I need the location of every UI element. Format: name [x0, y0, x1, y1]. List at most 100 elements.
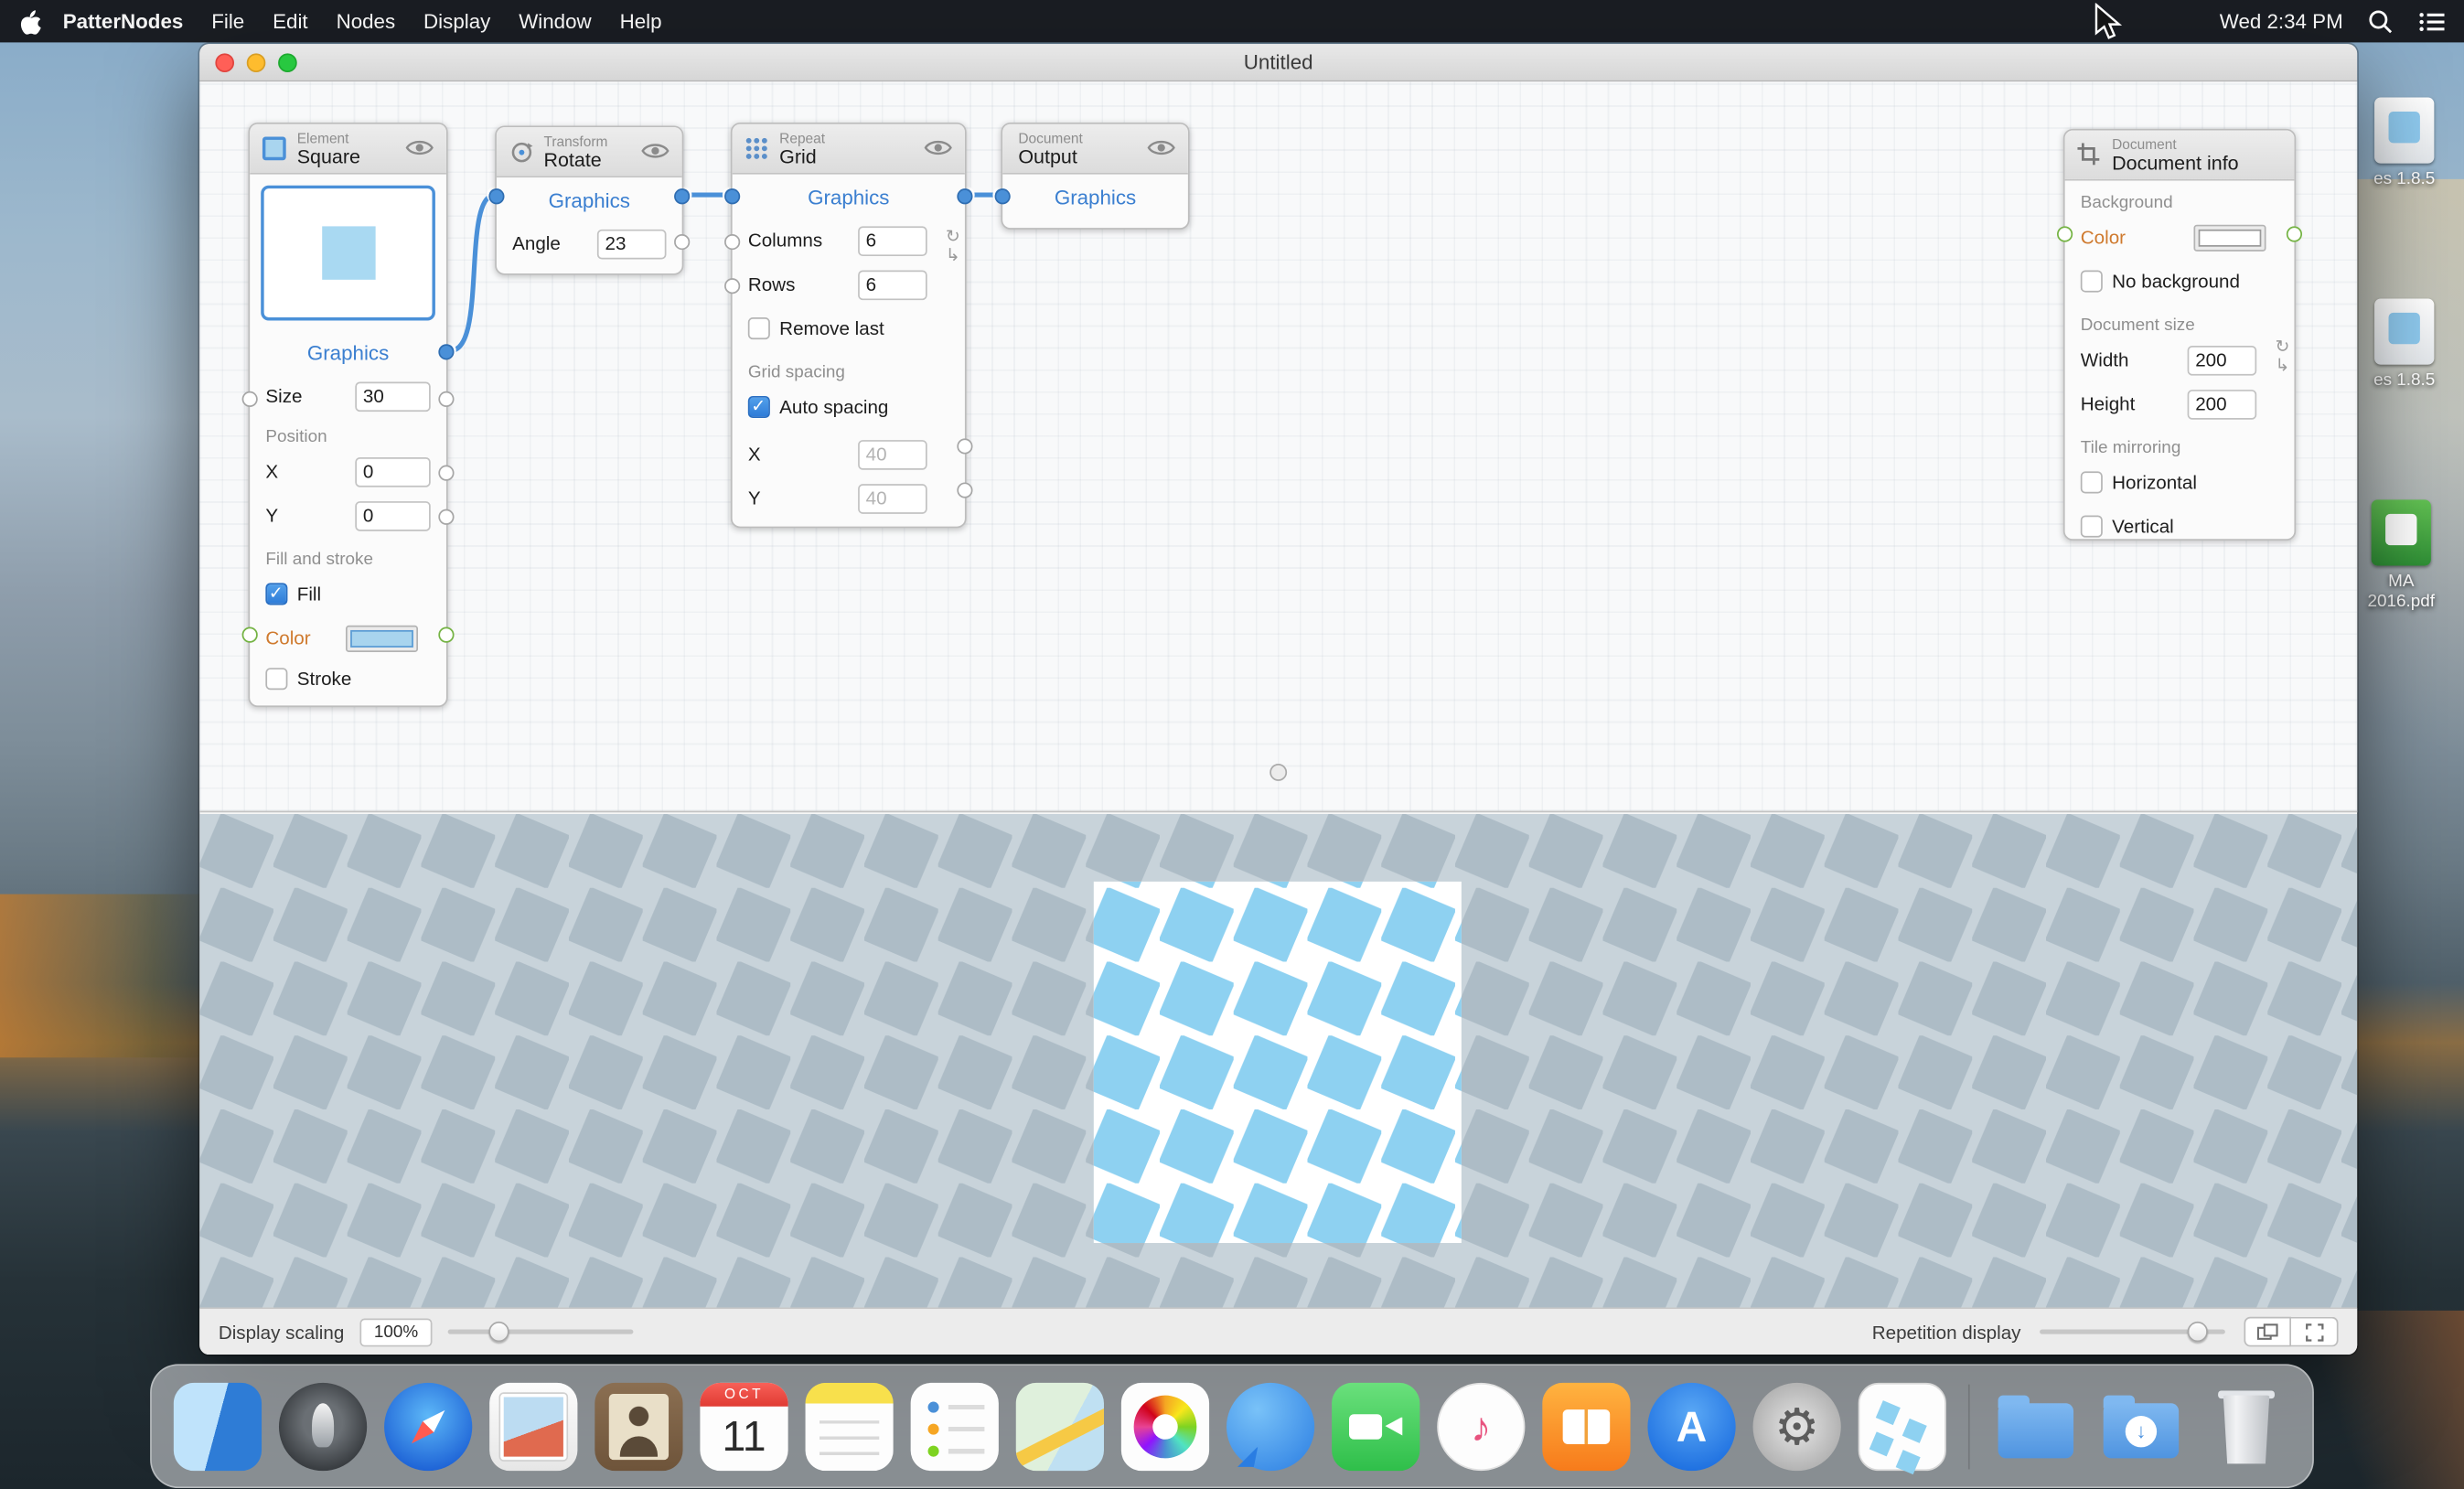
x-input[interactable] — [355, 456, 430, 487]
y-port[interactable] — [438, 509, 454, 525]
dock-facetime[interactable] — [1332, 1382, 1419, 1470]
width-input[interactable] — [2188, 345, 2257, 375]
node-grid[interactable]: Repeat Grid Graphics Columns Rows ↻ ↳ — [731, 123, 967, 528]
vertical-checkbox[interactable] — [2081, 516, 2103, 538]
tiled-view-button[interactable] — [2244, 1317, 2291, 1347]
background-color-swatch[interactable] — [2193, 224, 2266, 251]
graphics-output-port[interactable] — [438, 344, 454, 359]
close-button[interactable] — [215, 53, 234, 72]
zoom-button[interactable] — [278, 53, 297, 72]
menu-bar-clock[interactable]: Wed 2:34 PM — [2220, 9, 2343, 33]
dock-finder[interactable] — [174, 1382, 262, 1470]
desktop-icon-2[interactable]: es 1.8.5 — [2354, 298, 2455, 391]
remove-last-checkbox[interactable] — [748, 317, 770, 339]
dock-downloads[interactable]: ↓ — [2097, 1382, 2185, 1470]
graphics-input-port[interactable] — [488, 188, 504, 204]
visibility-eye-icon[interactable] — [1147, 138, 1175, 157]
node-output[interactable]: Document Output Graphics — [1001, 123, 1189, 230]
menu-help[interactable]: Help — [620, 9, 662, 33]
dock-messages[interactable] — [1227, 1382, 1314, 1470]
columns-input[interactable] — [858, 226, 927, 256]
menu-window[interactable]: Window — [519, 9, 591, 33]
size-port-left[interactable] — [242, 391, 258, 407]
menu-nodes[interactable]: Nodes — [337, 9, 396, 33]
spacing-x-port[interactable] — [957, 438, 972, 454]
graphics-input-port[interactable] — [724, 188, 740, 204]
spacing-x-input[interactable] — [858, 439, 927, 469]
menu-display[interactable]: Display — [423, 9, 490, 33]
fill-color-swatch[interactable] — [346, 625, 418, 651]
auto-spacing-checkbox[interactable]: ✓ — [748, 396, 770, 418]
columns-port[interactable] — [724, 234, 740, 250]
spacing-y-input[interactable] — [858, 483, 927, 513]
dock-calendar[interactable]: OCT 11 — [700, 1382, 787, 1470]
node-square[interactable]: Element Square Graphics Size Position X — [248, 123, 447, 707]
visibility-eye-icon[interactable] — [924, 138, 952, 157]
stroke-checkbox[interactable] — [265, 668, 287, 690]
dock-ibooks[interactable] — [1542, 1382, 1630, 1470]
slider-knob[interactable] — [2188, 1322, 2208, 1342]
color-port-left[interactable] — [242, 627, 258, 643]
dock-photos[interactable] — [1121, 1382, 1209, 1470]
node-rotate-header[interactable]: Transform Rotate — [497, 127, 682, 177]
horizontal-checkbox[interactable] — [2081, 471, 2103, 493]
dock-maps[interactable] — [1016, 1382, 1104, 1470]
angle-port[interactable] — [674, 234, 690, 250]
visibility-eye-icon[interactable] — [405, 138, 434, 157]
dock-contacts[interactable] — [595, 1382, 682, 1470]
visibility-eye-icon[interactable] — [641, 142, 670, 161]
spotlight-search-icon[interactable] — [2368, 8, 2393, 33]
notification-center-icon[interactable] — [2418, 10, 2445, 32]
no-background-checkbox[interactable] — [2081, 271, 2103, 293]
desktop-icon-pdf[interactable]: МА 2016.pdf — [2351, 499, 2451, 613]
menu-file[interactable]: File — [211, 9, 244, 33]
color-port-right[interactable] — [438, 627, 454, 643]
node-rotate[interactable]: Transform Rotate Graphics Angle — [495, 125, 683, 274]
dock-app-store[interactable]: A — [1647, 1382, 1735, 1470]
node-output-header[interactable]: Document Output — [1002, 124, 1188, 175]
dock-folder[interactable] — [1992, 1382, 2080, 1470]
connection-wire[interactable] — [448, 195, 496, 350]
graphics-output-port[interactable] — [957, 188, 972, 204]
spacing-y-port[interactable] — [957, 482, 972, 498]
background-color-port-right[interactable] — [2287, 226, 2302, 241]
repetition-display-slider[interactable] — [2040, 1330, 2225, 1334]
height-input[interactable] — [2188, 389, 2257, 419]
display-scaling-value[interactable]: 100% — [360, 1318, 433, 1346]
pane-splitter-handle[interactable] — [1269, 764, 1287, 781]
dock-notes[interactable] — [806, 1382, 894, 1470]
node-grid-header[interactable]: Repeat Grid — [733, 124, 965, 175]
dock-reminders[interactable] — [911, 1382, 999, 1470]
background-color-port-left[interactable] — [2057, 226, 2073, 241]
display-scaling-slider[interactable] — [448, 1330, 634, 1334]
x-port[interactable] — [438, 466, 454, 481]
y-input[interactable] — [355, 500, 430, 530]
dock-mail[interactable] — [489, 1382, 577, 1470]
fullscreen-view-button[interactable] — [2291, 1317, 2339, 1347]
menu-edit[interactable]: Edit — [273, 9, 307, 33]
window-title-bar[interactable]: Untitled — [199, 44, 2357, 81]
dock-patternodes[interactable] — [1859, 1382, 1946, 1470]
minimize-button[interactable] — [247, 53, 266, 72]
node-document-info[interactable]: Document Document info Background Color … — [2063, 129, 2296, 541]
angle-input[interactable] — [597, 229, 667, 259]
graphics-input-port[interactable] — [995, 188, 1011, 204]
rows-input[interactable] — [858, 270, 927, 300]
link-width-height-icons[interactable]: ↻ ↳ — [2275, 337, 2289, 375]
node-square-header[interactable]: Element Square — [250, 124, 446, 175]
size-port-right[interactable] — [438, 391, 454, 407]
fill-checkbox[interactable]: ✓ — [265, 583, 287, 605]
corner-arrow-icon[interactable]: ↳ — [946, 247, 960, 266]
dock-system-preferences[interactable]: ⚙ — [1753, 1382, 1841, 1470]
rows-port[interactable] — [724, 278, 740, 294]
dock-itunes[interactable]: ♪ — [1437, 1382, 1525, 1470]
dock-launchpad[interactable] — [279, 1382, 367, 1470]
apple-menu-icon[interactable] — [19, 8, 41, 33]
app-menu-title[interactable]: PatterNodes — [63, 9, 184, 33]
node-canvas[interactable]: Element Square Graphics Size Position X — [199, 81, 2357, 812]
desktop-icon-1[interactable]: es 1.8.5 — [2354, 98, 2455, 190]
graphics-output-port[interactable] — [674, 188, 690, 204]
sync-icon[interactable]: ↻ — [2275, 337, 2289, 357]
slider-knob[interactable] — [488, 1322, 509, 1342]
size-input[interactable] — [355, 381, 430, 412]
